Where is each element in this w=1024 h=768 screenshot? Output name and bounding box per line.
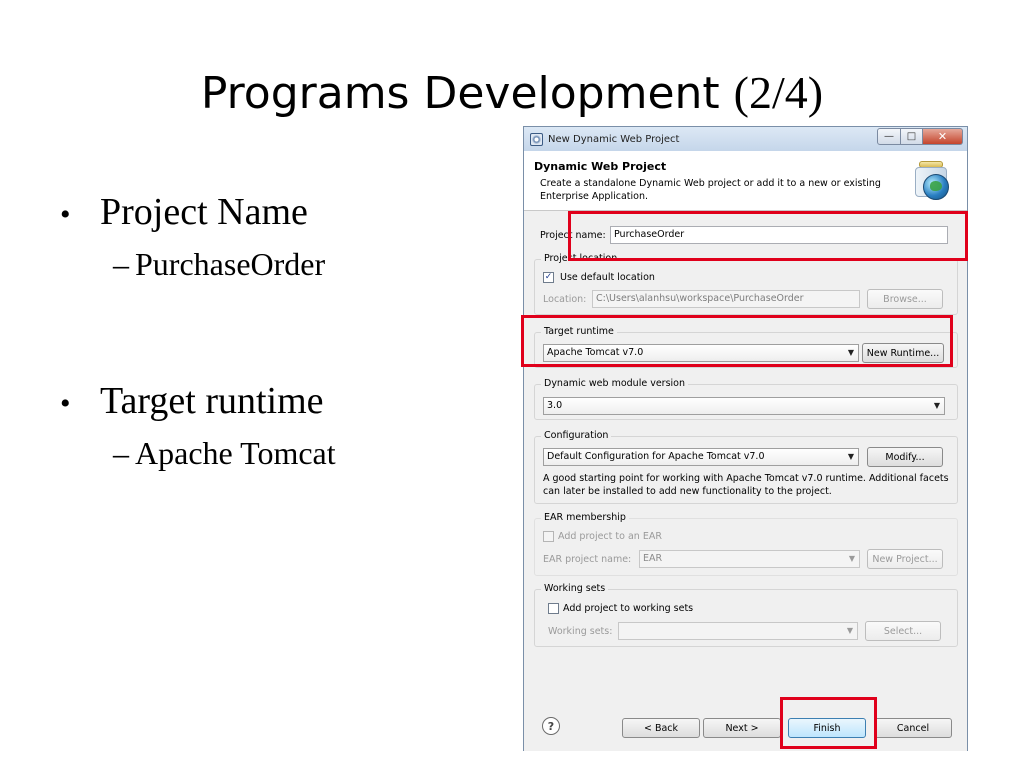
bullet-label: Target runtime bbox=[100, 380, 324, 422]
chevron-down-icon: ▼ bbox=[848, 554, 855, 563]
sub-bullet-label: PurchaseOrder bbox=[135, 246, 326, 282]
eclipse-window-icon bbox=[530, 132, 543, 146]
add-to-working-sets-label: Add project to working sets bbox=[563, 603, 694, 614]
slide-title-number: (2/4) bbox=[733, 67, 824, 118]
next-button[interactable]: Next > bbox=[703, 718, 781, 738]
wizard-header: Dynamic Web Project Create a standalone … bbox=[524, 151, 967, 211]
slide-title: Programs Development (2/4) bbox=[0, 66, 1024, 119]
dash: – bbox=[113, 246, 129, 282]
sub-bullet-label: Apache Tomcat bbox=[135, 435, 336, 471]
working-sets-label: Working sets: bbox=[548, 626, 613, 637]
module-version-legend: Dynamic web module version bbox=[541, 378, 688, 389]
minimize-button[interactable]: — bbox=[877, 128, 901, 145]
location-input[interactable]: C:\Users\alanhsu\workspace\PurchaseOrder bbox=[592, 290, 860, 308]
close-button[interactable]: ✕ bbox=[923, 128, 963, 145]
bullet-dot: • bbox=[60, 198, 71, 231]
chevron-down-icon: ▼ bbox=[846, 626, 853, 635]
working-sets-select[interactable]: ▼ bbox=[618, 622, 858, 640]
select-working-sets-button[interactable]: Select... bbox=[865, 621, 941, 641]
wizard-title: Dynamic Web Project bbox=[534, 160, 667, 173]
ear-project-name-value: EAR bbox=[643, 553, 663, 564]
dash: – bbox=[113, 435, 129, 471]
module-version-select[interactable]: 3.0 ▼ bbox=[543, 397, 945, 415]
new-project-button[interactable]: New Project... bbox=[867, 549, 943, 569]
cancel-button[interactable]: Cancel bbox=[874, 718, 952, 738]
chevron-down-icon: ▼ bbox=[847, 452, 854, 461]
ear-membership-legend: EAR membership bbox=[541, 512, 629, 523]
window-titlebar[interactable]: New Dynamic Web Project — □ ✕ bbox=[524, 127, 967, 151]
ear-project-name-select[interactable]: EAR ▼ bbox=[639, 550, 860, 568]
bullet-target-runtime: • Target runtime – Apache Tomcat bbox=[60, 379, 336, 472]
web-project-jar-globe-icon bbox=[913, 161, 953, 201]
add-to-ear-label: Add project to an EAR bbox=[558, 531, 662, 542]
use-default-location-label: Use default location bbox=[560, 272, 655, 283]
wizard-body: Project name: PurchaseOrder Project loca… bbox=[524, 211, 967, 751]
browse-button[interactable]: Browse... bbox=[867, 289, 943, 309]
slide-title-main: Programs Development bbox=[200, 68, 734, 119]
configuration-value: Default Configuration for Apache Tomcat … bbox=[547, 451, 765, 462]
working-sets-legend: Working sets bbox=[541, 583, 609, 594]
bullet-dot: • bbox=[60, 387, 71, 420]
back-button[interactable]: < Back bbox=[622, 718, 700, 738]
highlight-project-name bbox=[568, 211, 968, 261]
maximize-button[interactable]: □ bbox=[901, 128, 923, 145]
help-question-icon[interactable]: ? bbox=[542, 717, 560, 735]
ear-project-name-label: EAR project name: bbox=[543, 554, 632, 565]
modify-button[interactable]: Modify... bbox=[867, 447, 943, 467]
configuration-select[interactable]: Default Configuration for Apache Tomcat … bbox=[543, 448, 859, 466]
bullet-project-name: • Project Name – PurchaseOrder bbox=[60, 190, 325, 283]
location-label: Location: bbox=[543, 294, 587, 305]
wizard-description: Create a standalone Dynamic Web project … bbox=[540, 178, 881, 202]
window-title: New Dynamic Web Project bbox=[548, 133, 680, 145]
configuration-legend: Configuration bbox=[541, 430, 612, 441]
chevron-down-icon: ▼ bbox=[933, 401, 940, 410]
highlight-target-runtime bbox=[521, 315, 953, 367]
highlight-finish-button bbox=[780, 697, 877, 749]
configuration-description: A good starting point for working with A… bbox=[543, 473, 949, 497]
use-default-location-checkbox[interactable]: ✓ bbox=[543, 272, 554, 283]
add-to-ear-checkbox[interactable] bbox=[543, 531, 554, 542]
module-version-value: 3.0 bbox=[547, 400, 563, 411]
add-to-working-sets-checkbox[interactable] bbox=[548, 603, 559, 614]
window-controls: — □ ✕ bbox=[877, 128, 963, 145]
bullet-label: Project Name bbox=[100, 191, 308, 233]
